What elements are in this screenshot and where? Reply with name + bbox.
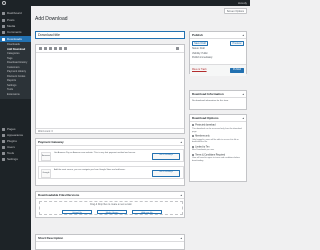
publish-actions: Move to Trash Publish	[190, 64, 246, 76]
gateway-row-amazon: Amazon Get Amazon Pay on Amazon.com webs…	[38, 149, 184, 162]
download-options-title: Download Options	[190, 115, 246, 122]
download-information-box: Download Information ▴ No download infor…	[189, 90, 247, 110]
main-content: Screen Options Add Download Download tit…	[31, 6, 250, 250]
download-information-title: Download Information	[190, 91, 246, 98]
quote-icon[interactable]	[59, 47, 62, 50]
download-options-box: Download Options ▴ Protected download Th…	[189, 114, 247, 182]
option-description: User will need to agree to terms and con…	[192, 157, 240, 163]
collapse-icon[interactable]: ▴	[180, 194, 182, 197]
gateway-settings-button[interactable]: Go to Settings	[152, 169, 180, 177]
numbered-list-icon[interactable]	[54, 47, 57, 50]
title-input[interactable]: Download title	[35, 31, 185, 39]
drop-zone-text: Drag & Drop files to create a new versio…	[90, 204, 132, 206]
collapse-icon[interactable]: ▴	[242, 93, 244, 96]
submenu-item[interactable]: Extensions	[7, 93, 20, 98]
status-row[interactable]: Status: Draft	[192, 48, 205, 50]
publish-title: Publish	[190, 32, 246, 39]
payment-gateway-box: Payment Gateway ▴ Amazon Get Amazon Pay …	[35, 138, 185, 186]
visibility-row[interactable]: Visibility: Public	[192, 53, 208, 55]
admin-sidebar: Dashboard Posts Media Comments Downloads…	[0, 6, 31, 250]
collapse-icon[interactable]: ▴	[242, 34, 244, 37]
settings-icon	[2, 157, 5, 161]
sidebar-item-dashboard[interactable]: Dashboard	[0, 10, 31, 16]
preview-button[interactable]: Preview	[230, 41, 244, 46]
save-draft-button[interactable]: Save Draft	[192, 41, 208, 46]
content-editor[interactable]: Word count: 0	[35, 44, 185, 134]
downloadable-files-title: Downloadable Files/Versions	[36, 192, 184, 199]
upload-file-button[interactable]: Upload file	[62, 209, 92, 214]
option-description: Only logged in users will be able to acc…	[192, 138, 239, 144]
media-icon	[2, 24, 5, 28]
users-icon	[2, 145, 5, 149]
sidebar-item-settings[interactable]: Settings	[0, 156, 31, 162]
move-to-trash-link[interactable]: Move to Trash	[192, 69, 207, 71]
collapse-icon[interactable]: ▴	[180, 237, 182, 240]
gateway-settings-button[interactable]: Go to Settings	[152, 152, 180, 160]
add-new-file-button[interactable]: Add new file	[132, 209, 162, 214]
gateway-row-google: Google Add the most secure, you can navi…	[38, 166, 184, 179]
list-icon[interactable]	[49, 47, 52, 50]
italic-icon[interactable]	[44, 47, 47, 50]
checkbox[interactable]	[192, 145, 195, 149]
sidebar-submenu: Downloads Add Download Categories Tags D…	[0, 42, 31, 99]
publish-button[interactable]: Publish	[230, 68, 244, 73]
collapse-icon[interactable]: ▴	[242, 117, 244, 120]
word-count: Word count: 0	[36, 128, 184, 133]
posts-icon	[2, 18, 5, 22]
payment-gateway-title: Payment Gateway	[36, 139, 184, 146]
pages-icon	[2, 127, 5, 131]
media-library-button[interactable]: Media Library	[97, 209, 127, 214]
amazon-logo: Amazon	[41, 152, 51, 161]
short-description-box: Short Description ▴	[35, 234, 185, 250]
checkbox[interactable]	[192, 153, 195, 157]
publish-date-row[interactable]: Publish immediately	[192, 57, 212, 59]
appearance-icon	[2, 133, 5, 137]
plugins-icon	[2, 139, 5, 143]
sidebar-item-comments[interactable]: Comments	[0, 29, 31, 35]
tools-icon	[2, 151, 5, 155]
collapse-icon[interactable]: ▴	[180, 141, 182, 144]
link-icon[interactable]	[64, 47, 67, 50]
file-drop-zone[interactable]: Drag & Drop files to create a new versio…	[39, 201, 183, 215]
dashboard-icon	[2, 11, 5, 15]
wordpress-logo-icon[interactable]	[2, 1, 6, 5]
download-information-text: No download information for this item.	[192, 100, 229, 102]
option-description: Max Downloads per user	[192, 149, 215, 152]
short-description-title: Short Description	[36, 235, 184, 242]
google-logo: Google	[41, 169, 51, 178]
checkbox[interactable]	[192, 124, 195, 127]
comments-icon	[2, 30, 5, 34]
publish-box: Publish ▴ Save Draft Preview Status: Dra…	[189, 31, 247, 76]
option-description: This download can be accessed only from …	[192, 127, 242, 133]
fullscreen-icon[interactable]	[176, 47, 179, 50]
bold-icon[interactable]	[39, 47, 42, 50]
checkbox[interactable]	[192, 134, 195, 138]
screen-options-button[interactable]: Screen Options	[223, 8, 247, 14]
editor-toolbar	[36, 45, 184, 53]
gateway-description: Add the most secure, you can navigate yo…	[54, 169, 126, 171]
gateway-description: Get Amazon Pay on Amazon.com website. Th…	[54, 152, 136, 154]
page-title: Add Download	[35, 16, 68, 22]
downloadable-files-box: Downloadable Files/Versions ▴ Drag & Dro…	[35, 191, 185, 218]
download-icon	[2, 37, 5, 41]
